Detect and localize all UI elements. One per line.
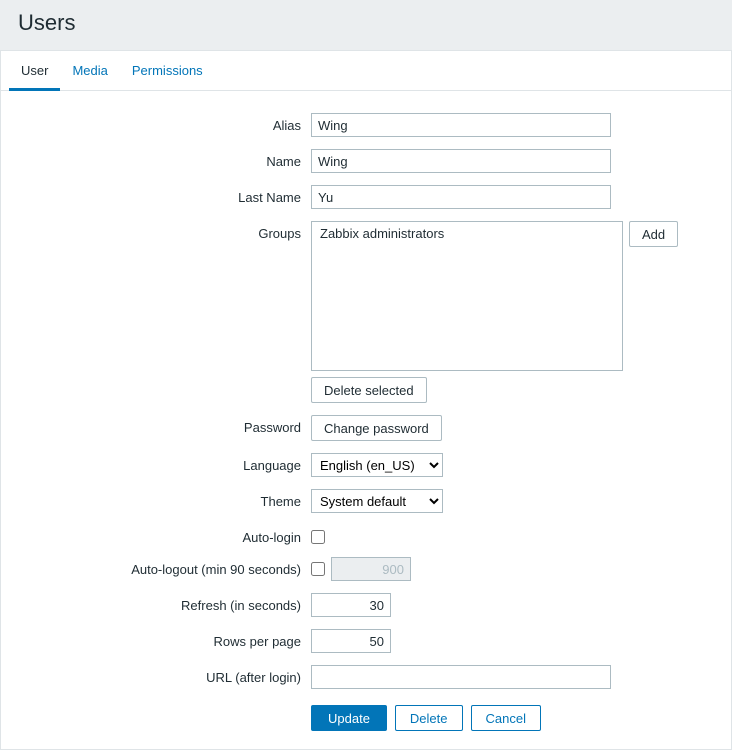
label-groups: Groups [19,221,311,241]
tab-media[interactable]: Media [60,51,119,90]
tab-permissions[interactable]: Permissions [120,51,215,90]
refresh-input[interactable] [311,593,391,617]
theme-select[interactable]: System default [311,489,443,513]
user-form: Alias Name Last Name Groups Zabbix admin… [1,91,731,749]
label-url: URL (after login) [19,665,311,685]
label-alias: Alias [19,113,311,133]
group-item[interactable]: Zabbix administrators [312,222,622,245]
label-auto-logout: Auto-logout (min 90 seconds) [19,557,311,577]
delete-button[interactable]: Delete [395,705,463,731]
alias-input[interactable] [311,113,611,137]
cancel-button[interactable]: Cancel [471,705,541,731]
label-name: Name [19,149,311,169]
label-refresh: Refresh (in seconds) [19,593,311,613]
delete-selected-button[interactable]: Delete selected [311,377,427,403]
language-select[interactable]: English (en_US) [311,453,443,477]
name-input[interactable] [311,149,611,173]
auto-logout-input [331,557,411,581]
page-header: Users [0,0,732,50]
page-title: Users [18,10,714,36]
auto-logout-checkbox[interactable] [311,562,325,576]
label-auto-login: Auto-login [19,525,311,545]
label-last-name: Last Name [19,185,311,205]
tab-user[interactable]: User [9,51,60,90]
label-rows: Rows per page [19,629,311,649]
content-panel: User Media Permissions Alias Name Last N… [0,50,732,750]
label-language: Language [19,453,311,473]
label-theme: Theme [19,489,311,509]
tab-bar: User Media Permissions [1,51,731,91]
change-password-button[interactable]: Change password [311,415,442,441]
rows-per-page-input[interactable] [311,629,391,653]
update-button[interactable]: Update [311,705,387,731]
url-input[interactable] [311,665,611,689]
form-footer: Update Delete Cancel [311,705,713,731]
auto-login-checkbox[interactable] [311,530,325,544]
last-name-input[interactable] [311,185,611,209]
add-group-button[interactable]: Add [629,221,678,247]
groups-listbox[interactable]: Zabbix administrators [311,221,623,371]
label-password: Password [19,415,311,435]
